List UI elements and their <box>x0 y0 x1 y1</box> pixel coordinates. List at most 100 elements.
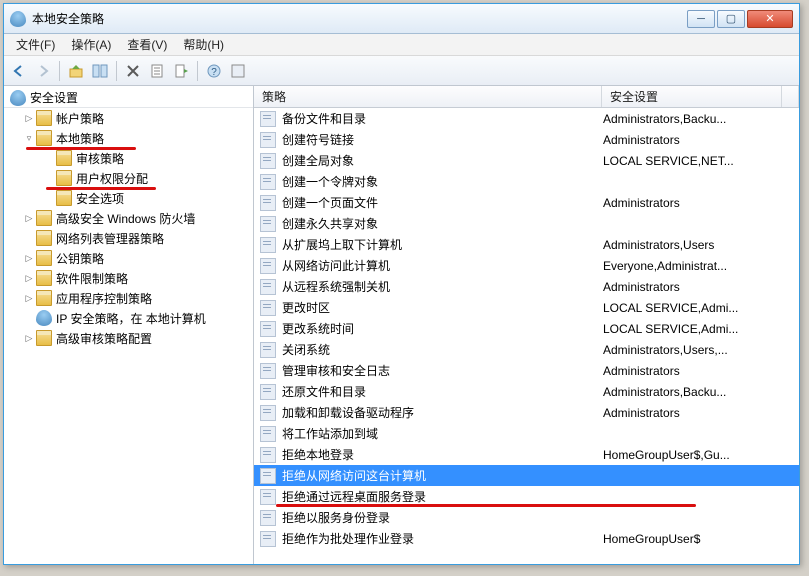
list-row[interactable]: 创建符号链接Administrators <box>254 129 799 150</box>
menu-file[interactable]: 文件(F) <box>8 34 63 55</box>
policy-icon <box>260 363 276 379</box>
toolbar-separator <box>59 61 60 81</box>
toolbar-panes[interactable] <box>89 60 111 82</box>
toolbar-properties[interactable] <box>146 60 168 82</box>
list-row[interactable]: 创建一个令牌对象 <box>254 171 799 192</box>
row-setting: Administrators <box>603 406 799 420</box>
row-policy: 创建符号链接 <box>282 131 603 148</box>
tree-item[interactable]: 用户权限分配 <box>4 168 253 188</box>
tree-item[interactable]: 网络列表管理器策略 <box>4 228 253 248</box>
toolbar-delete[interactable] <box>122 60 144 82</box>
tree-item[interactable]: ▷ 软件限制策略 <box>4 268 253 288</box>
row-setting: LOCAL SERVICE,NET... <box>603 154 799 168</box>
tree-item[interactable]: ▷ 高级审核策略配置 <box>4 328 253 348</box>
row-policy: 还原文件和目录 <box>282 383 603 400</box>
toolbar: ? <box>4 56 799 86</box>
list-row[interactable]: 创建永久共享对象 <box>254 213 799 234</box>
tree-item-label: 高级审核策略配置 <box>56 330 152 347</box>
row-policy: 创建一个页面文件 <box>282 194 603 211</box>
list-row[interactable]: 创建全局对象LOCAL SERVICE,NET... <box>254 150 799 171</box>
list-row[interactable]: 备份文件和目录Administrators,Backu... <box>254 108 799 129</box>
minimize-button[interactable]: ─ <box>687 10 715 28</box>
menu-view[interactable]: 查看(V) <box>119 34 175 55</box>
toolbar-up[interactable] <box>65 60 87 82</box>
row-policy: 拒绝作为批处理作业登录 <box>282 530 603 547</box>
row-policy: 拒绝以服务身份登录 <box>282 509 603 526</box>
list-row[interactable]: 管理审核和安全日志Administrators <box>254 360 799 381</box>
row-policy: 备份文件和目录 <box>282 110 603 127</box>
window-title: 本地安全策略 <box>32 10 687 27</box>
tree-item[interactable]: ▷ 公钥策略 <box>4 248 253 268</box>
list-row[interactable]: 拒绝从网络访问这台计算机 <box>254 465 799 486</box>
tree-twisty[interactable]: ▷ <box>24 333 34 344</box>
list-pane[interactable]: 策略 安全设置 备份文件和目录Administrators,Backu...创建… <box>254 86 799 564</box>
folder-icon <box>56 170 72 186</box>
column-setting[interactable]: 安全设置 <box>602 86 782 107</box>
folder-icon <box>36 270 52 286</box>
menu-help[interactable]: 帮助(H) <box>175 34 232 55</box>
tree-item-label: 应用程序控制策略 <box>56 290 152 307</box>
tree-item[interactable]: IP 安全策略，在 本地计算机 <box>4 308 253 328</box>
policy-icon <box>260 405 276 421</box>
list-row[interactable]: 关闭系统Administrators,Users,... <box>254 339 799 360</box>
folder-icon <box>36 290 52 306</box>
list-row[interactable]: 还原文件和目录Administrators,Backu... <box>254 381 799 402</box>
policy-icon <box>260 468 276 484</box>
row-setting: Administrators <box>603 196 799 210</box>
row-policy: 拒绝本地登录 <box>282 446 603 463</box>
toolbar-forward[interactable] <box>32 60 54 82</box>
tree-item[interactable]: 审核策略 <box>4 148 253 168</box>
list-row[interactable]: 从扩展坞上取下计算机Administrators,Users <box>254 234 799 255</box>
list-row[interactable]: 加载和卸载设备驱动程序Administrators <box>254 402 799 423</box>
tree-twisty[interactable]: ▷ <box>24 213 34 224</box>
row-policy: 更改时区 <box>282 299 603 316</box>
policy-icon <box>260 111 276 127</box>
row-setting: Administrators <box>603 280 799 294</box>
folder-icon <box>36 330 52 346</box>
tree-twisty[interactable]: ▷ <box>24 293 34 304</box>
list-row[interactable]: 拒绝本地登录HomeGroupUser$,Gu... <box>254 444 799 465</box>
tree-item-label: 公钥策略 <box>56 250 104 267</box>
toolbar-back[interactable] <box>8 60 30 82</box>
list-row[interactable]: 拒绝以服务身份登录 <box>254 507 799 528</box>
tree-twisty[interactable]: ▷ <box>24 273 34 284</box>
policy-icon <box>260 132 276 148</box>
row-setting: HomeGroupUser$ <box>603 532 799 546</box>
tree-root[interactable]: 安全设置 <box>4 88 253 108</box>
toolbar-export[interactable] <box>170 60 192 82</box>
tree-item[interactable]: ▷高级安全 Windows 防火墙 <box>4 208 253 228</box>
close-button[interactable]: ✕ <box>747 10 793 28</box>
row-policy: 从网络访问此计算机 <box>282 257 603 274</box>
column-policy[interactable]: 策略 <box>254 86 602 107</box>
main-window: 本地安全策略 ─ ▢ ✕ 文件(F) 操作(A) 查看(V) 帮助(H) ? 安… <box>3 3 800 565</box>
app-icon <box>10 11 26 27</box>
list-row[interactable]: 拒绝作为批处理作业登录HomeGroupUser$ <box>254 528 799 549</box>
row-policy: 拒绝通过远程桌面服务登录 <box>282 488 603 505</box>
list-row[interactable]: 将工作站添加到域 <box>254 423 799 444</box>
tree-twisty[interactable]: ▷ <box>24 113 34 124</box>
tree-item[interactable]: ▷ 帐户策略 <box>4 108 253 128</box>
policy-icon <box>260 489 276 505</box>
list-row[interactable]: 更改系统时间LOCAL SERVICE,Admi... <box>254 318 799 339</box>
list-row[interactable]: 从网络访问此计算机Everyone,Administrat... <box>254 255 799 276</box>
tree-item[interactable]: ▷ 应用程序控制策略 <box>4 288 253 308</box>
tree-twisty[interactable]: ▿ <box>24 133 34 144</box>
list-row[interactable]: 创建一个页面文件Administrators <box>254 192 799 213</box>
tree-item[interactable]: 安全选项 <box>4 188 253 208</box>
tree-item-label: 本地策略 <box>56 130 104 147</box>
list-header: 策略 安全设置 <box>254 86 799 108</box>
shield-icon <box>10 90 26 106</box>
tree-item-label: 帐户策略 <box>56 110 104 127</box>
tree-twisty[interactable]: ▷ <box>24 253 34 264</box>
tree-pane[interactable]: 安全设置 ▷ 帐户策略 ▿ 本地策略审核策略用户权限分配安全选项▷高级安全 Windo… <box>4 86 254 564</box>
row-policy: 从远程系统强制关机 <box>282 278 603 295</box>
maximize-button[interactable]: ▢ <box>717 10 745 28</box>
list-row[interactable]: 从远程系统强制关机Administrators <box>254 276 799 297</box>
tree-item-label: 软件限制策略 <box>56 270 128 287</box>
menu-action[interactable]: 操作(A) <box>63 34 119 55</box>
toolbar-refresh[interactable] <box>227 60 249 82</box>
policy-icon <box>260 342 276 358</box>
list-row[interactable]: 更改时区LOCAL SERVICE,Admi... <box>254 297 799 318</box>
tree-item[interactable]: ▿ 本地策略 <box>4 128 253 148</box>
toolbar-help[interactable]: ? <box>203 60 225 82</box>
